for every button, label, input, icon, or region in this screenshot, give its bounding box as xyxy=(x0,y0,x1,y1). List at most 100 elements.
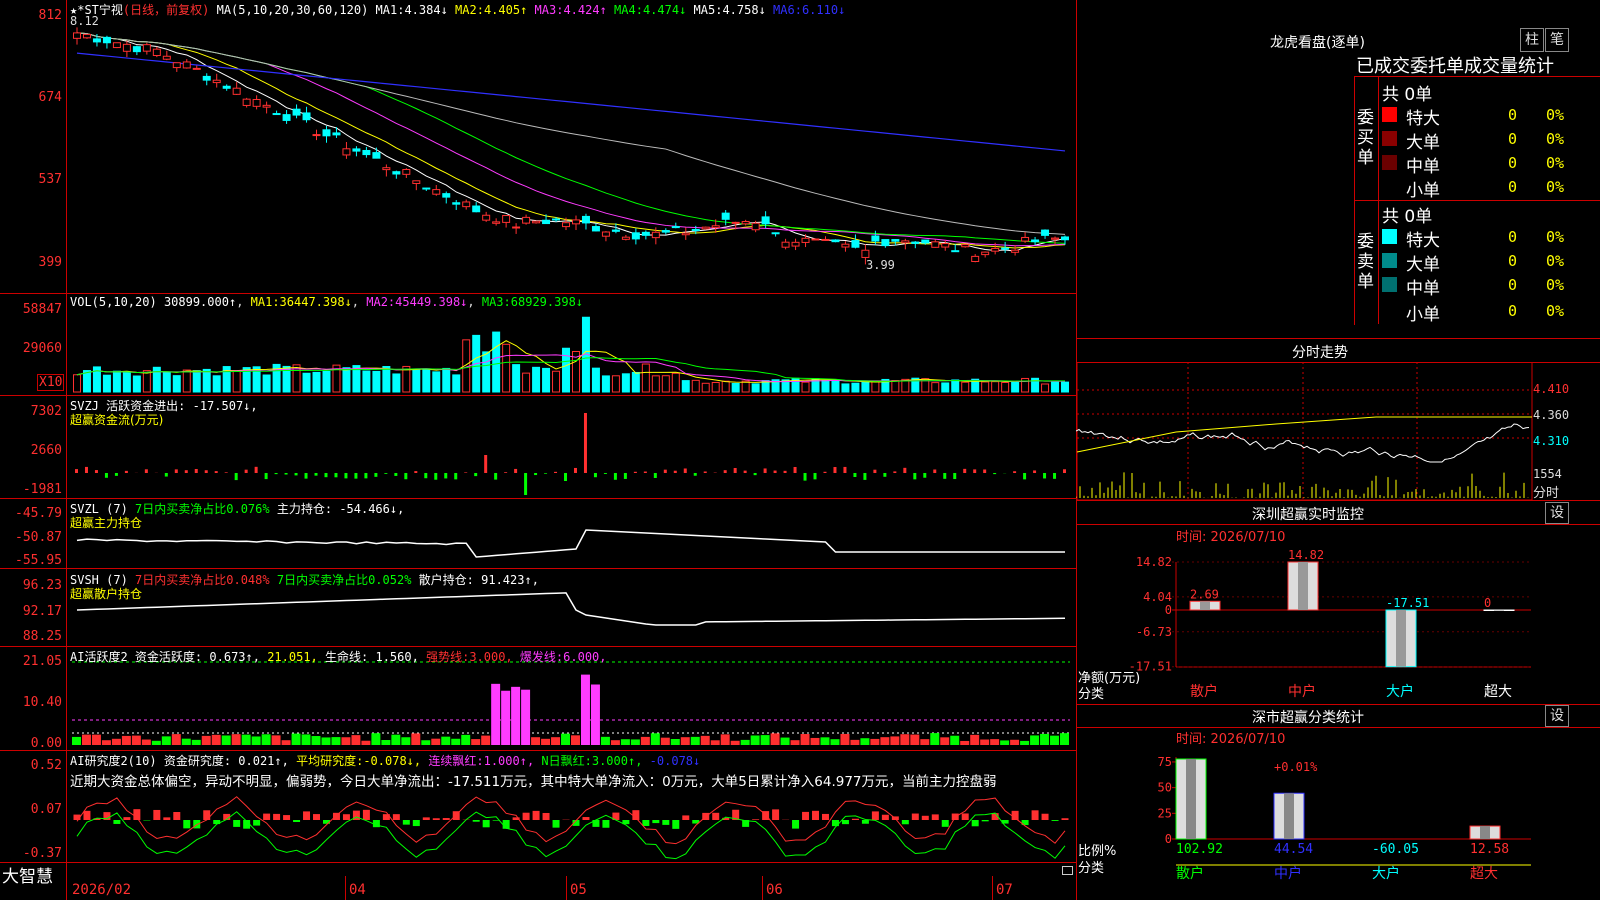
candle-body xyxy=(821,238,830,241)
xaxis-label-2: 04 xyxy=(349,882,366,898)
lock-icon[interactable] xyxy=(1062,866,1073,875)
svzj-bar xyxy=(544,473,548,474)
candle-body xyxy=(372,152,381,159)
ai-active-bar xyxy=(860,738,870,745)
divider-price-vol xyxy=(0,293,1076,294)
candle-body xyxy=(112,42,121,49)
order-stat-title: 已成交委托单成交量统计 xyxy=(1356,56,1554,77)
volume-bar xyxy=(731,382,740,393)
vol-ma1-label: MA1: xyxy=(250,295,280,309)
tick-toggle-button[interactable]: 笔 xyxy=(1545,28,1569,52)
volume-bar xyxy=(342,367,351,393)
ai-active-bar xyxy=(850,739,860,745)
ai-research-bar xyxy=(602,820,610,828)
svzj-bar xyxy=(743,470,747,473)
candle-body xyxy=(352,148,361,152)
svzj-bar xyxy=(1033,470,1037,473)
svzj-bar xyxy=(663,469,667,473)
volume-bar xyxy=(492,331,501,393)
monitor-category-label: 中户 xyxy=(1288,683,1316,700)
ai-active-bar xyxy=(281,740,291,745)
ai-active-bar xyxy=(521,689,531,745)
ai-active-bar xyxy=(880,737,890,745)
ai-research-v2: -0.078↓, xyxy=(363,754,422,768)
bar-toggle-button[interactable]: 柱 xyxy=(1520,28,1544,52)
ai-research-bar xyxy=(283,815,291,820)
volume-bar xyxy=(891,380,900,393)
buy-side-label: 委买单 xyxy=(1357,108,1374,168)
ai-research-bar xyxy=(821,813,829,820)
svzj-bar xyxy=(534,473,538,476)
candle-body xyxy=(931,241,940,248)
xaxis-label-3: 05 xyxy=(570,882,587,898)
ai-active-bar xyxy=(800,734,810,745)
svzj-bar xyxy=(554,471,558,473)
ai-research-bar xyxy=(1051,820,1059,821)
ai-active-bar xyxy=(421,740,431,745)
volume-bar xyxy=(671,372,680,393)
candle-body xyxy=(152,48,161,57)
volume-bar xyxy=(751,383,760,393)
ai-active-bar xyxy=(650,733,660,745)
ai-research-bar xyxy=(422,817,430,820)
candle-body xyxy=(591,226,600,232)
ai-research-v5: -0.078↓ xyxy=(649,754,701,768)
ai-research-bar xyxy=(203,810,211,820)
ai-active-ytick-3: 0.00 xyxy=(30,736,62,751)
sell-s-count: 0 xyxy=(1508,302,1518,320)
ai-active-v5: 6.000, xyxy=(563,650,607,664)
ai-research-ytick-3: -0.37 xyxy=(22,846,62,861)
volume-bar xyxy=(951,379,960,393)
volume-bar xyxy=(1061,381,1070,393)
ai-research-bar xyxy=(83,810,91,820)
candle-body xyxy=(392,171,401,175)
ai-research-bar xyxy=(482,820,490,828)
ai-research-title: AI研究度2(10) xyxy=(70,754,157,768)
candle-body xyxy=(402,169,411,175)
divider-xaxis xyxy=(0,862,1076,863)
candle-body xyxy=(242,98,251,106)
candle-body xyxy=(442,193,451,198)
volume-bar xyxy=(721,380,730,393)
ai-active-bar xyxy=(1000,740,1010,745)
volume-bar xyxy=(102,374,111,393)
brand-logo[interactable]: 大智慧 xyxy=(2,862,53,887)
divider-svzj-svzl xyxy=(0,498,1076,499)
ai-research-bar xyxy=(582,817,590,820)
svzj-bar xyxy=(274,473,278,475)
ai-active-bar xyxy=(690,736,700,745)
candle-body xyxy=(1041,229,1050,236)
candle-body xyxy=(881,239,890,247)
classify-settings-button[interactable]: 设 xyxy=(1545,705,1569,727)
sell-l-swatch xyxy=(1382,253,1397,268)
intraday-unit: 分时 xyxy=(1533,486,1560,501)
ai-active-bar xyxy=(291,733,301,745)
ai-active-bar xyxy=(401,737,411,745)
monitor-xlabel: 分类 xyxy=(1078,687,1105,702)
svzj-bar xyxy=(454,473,458,480)
monitor-settings-button[interactable]: 设 xyxy=(1545,502,1569,524)
svzl-ytick-2: -50.87 xyxy=(15,530,62,545)
ai-active-bar xyxy=(610,740,620,745)
candle-body xyxy=(1021,236,1030,242)
price-ytick-4: 399 xyxy=(38,255,62,270)
period-label[interactable]: (日线，前复权) xyxy=(123,3,209,17)
monitor-bar-shade xyxy=(1494,610,1504,611)
classify-bar-chart[interactable]: 75 50 25 0 102.92 散户 44.54 中户 -60.05 大户 12.58 超大 +0.… xyxy=(1076,727,1600,900)
vol-ma2-label: MA2: xyxy=(366,295,396,309)
intraday-chart[interactable] xyxy=(1076,362,1600,502)
monitor-bar-chart[interactable]: 14.824.040-6.73-17.512.69散户14.82中户-17.51… xyxy=(1076,524,1600,704)
candle-body xyxy=(751,222,760,231)
svzj-bar xyxy=(304,473,308,479)
svzj-bar xyxy=(414,471,418,473)
svzj-bar xyxy=(643,471,647,473)
ai-research-bar xyxy=(183,820,191,829)
volume-bar xyxy=(821,379,830,393)
svzl-ytick-1: -45.79 xyxy=(15,506,62,521)
svzj-bar xyxy=(893,471,897,473)
ai-active-bar xyxy=(710,740,720,745)
buy-l-count: 0 xyxy=(1508,130,1518,148)
classify-ytick: 75 xyxy=(1158,755,1172,769)
svzj-bar xyxy=(933,469,937,473)
vol-ma1-value: 36447.398↓ xyxy=(279,295,352,309)
